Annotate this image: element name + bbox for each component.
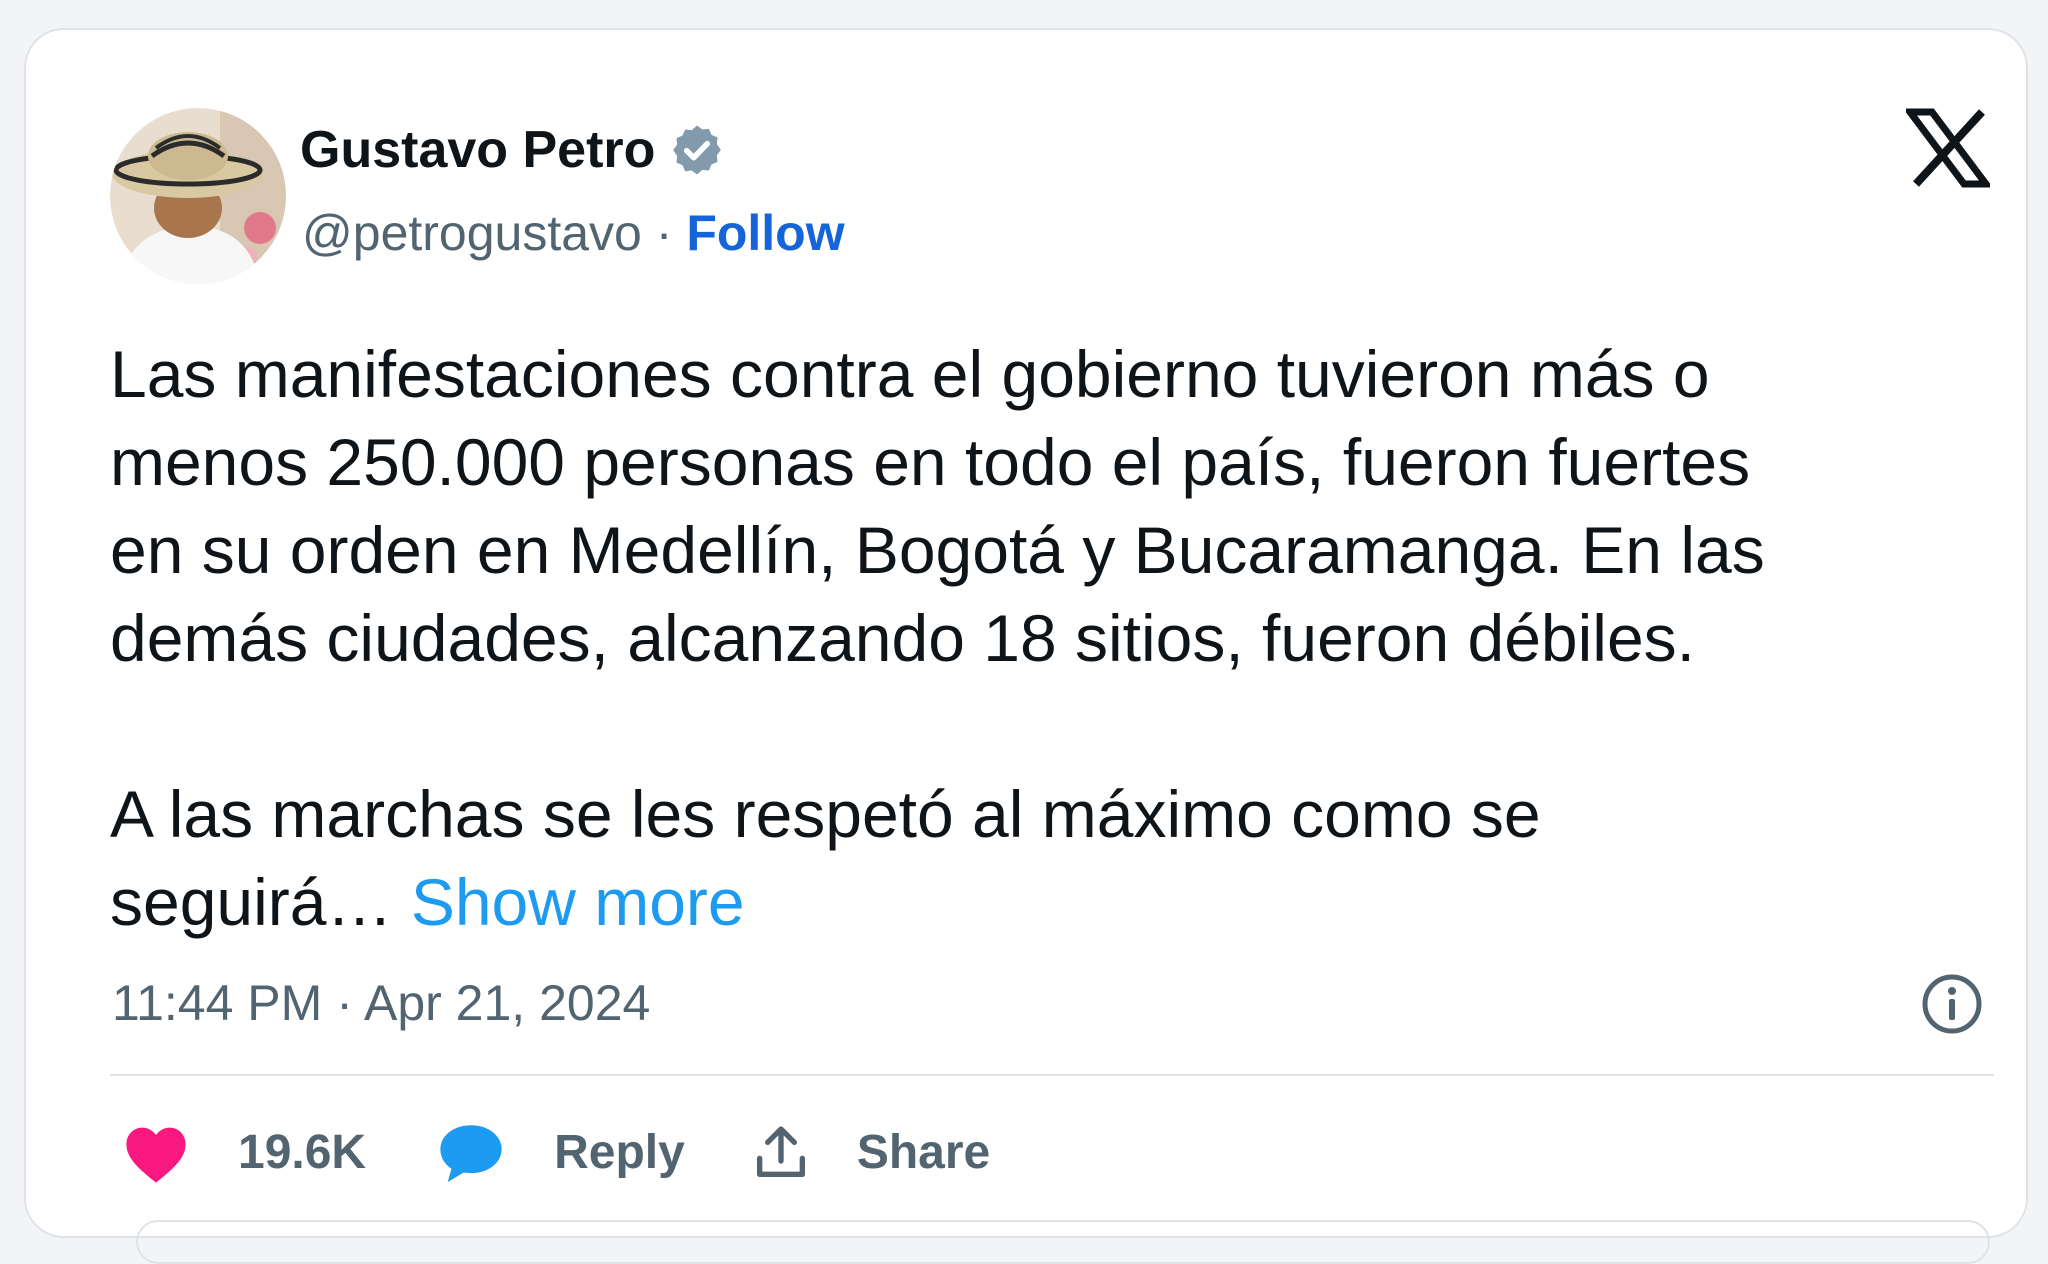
reply-button[interactable]: Reply xyxy=(436,1120,685,1186)
tweet-timestamp[interactable]: 11:44 PM · Apr 21, 2024 xyxy=(112,978,650,1028)
share-upload-icon xyxy=(756,1126,805,1177)
handle-separator: · xyxy=(655,205,673,261)
verified-badge-icon xyxy=(673,125,722,175)
author-name-row: Gustavo Petro xyxy=(300,122,725,178)
action-bar: 19.6K Reply Share xyxy=(122,1120,990,1186)
tweet-text: Las manifestaciones contra el gobierno t… xyxy=(110,330,2010,946)
reply-label: Reply xyxy=(554,1126,685,1179)
info-icon[interactable] xyxy=(1920,972,1984,1036)
read-replies-button[interactable] xyxy=(136,1220,1990,1264)
follow-button[interactable]: Follow xyxy=(686,205,844,261)
like-button[interactable]: 19.6K xyxy=(122,1122,366,1184)
author-avatar[interactable] xyxy=(110,108,286,284)
author-handle[interactable]: @petrogustavo xyxy=(302,205,642,261)
like-count: 19.6K xyxy=(238,1126,367,1179)
share-label: Share xyxy=(856,1126,991,1179)
tweet-body: Las manifestaciones contra el gobierno t… xyxy=(110,337,1765,939)
share-button[interactable]: Share xyxy=(749,1121,990,1185)
divider xyxy=(110,1074,1994,1076)
tweet-card: Gustavo Petro @petrogustavo · Follow Las… xyxy=(24,28,2028,1264)
show-more-link[interactable]: Show more xyxy=(411,865,745,939)
author-handle-line: @petrogustavo · Follow xyxy=(302,208,845,258)
x-logo-icon[interactable] xyxy=(1906,108,1990,188)
speech-bubble-icon xyxy=(440,1125,502,1183)
heart-icon xyxy=(126,1127,186,1183)
author-name[interactable]: Gustavo Petro xyxy=(300,124,655,176)
